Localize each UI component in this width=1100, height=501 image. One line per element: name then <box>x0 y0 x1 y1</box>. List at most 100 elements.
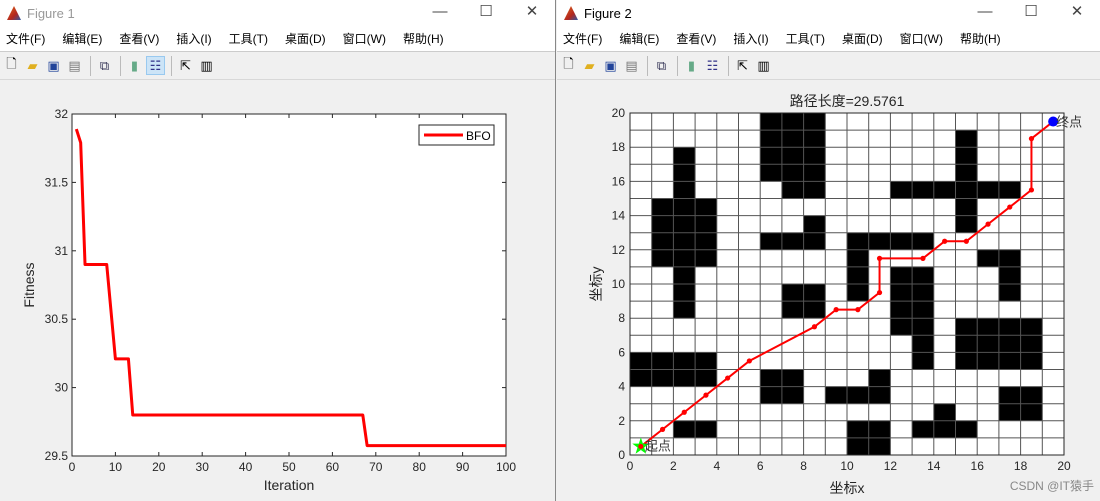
obstacle-cell <box>868 420 891 438</box>
obstacle-cell <box>673 266 696 284</box>
path-point <box>855 307 861 313</box>
y-tick-label: 4 <box>618 380 625 394</box>
obstacle-cell <box>847 284 869 302</box>
obstacle-cell <box>912 284 934 302</box>
obstacle-cell <box>651 198 674 216</box>
x-tick-label: 60 <box>326 460 340 474</box>
obstacle-cell <box>695 215 717 233</box>
x-tick-label: 20 <box>152 460 166 474</box>
obstacle-cell <box>955 130 978 148</box>
obstacle-cell <box>912 335 934 353</box>
x-tick-label: 40 <box>239 460 253 474</box>
obstacle-cell <box>1020 386 1043 404</box>
x-tick-label: 2 <box>670 459 677 473</box>
obstacle-cell <box>803 181 826 199</box>
obstacle-cell <box>955 335 978 353</box>
obstacle-cell <box>998 335 1021 353</box>
x-tick-label: 80 <box>413 460 427 474</box>
x-tick-label: 10 <box>840 459 854 473</box>
end-label: 终点 <box>1056 115 1082 130</box>
y-tick-label: 0 <box>618 448 625 462</box>
obstacle-cell <box>673 232 696 250</box>
y-tick-label: 14 <box>612 209 626 223</box>
obstacle-cell <box>651 369 674 387</box>
obstacle-cell <box>890 266 913 284</box>
start-label: 起点 <box>645 438 671 453</box>
obstacle-cell <box>998 249 1021 267</box>
obstacle-cell <box>673 215 696 233</box>
obstacle-cell <box>781 301 804 319</box>
path-point <box>833 307 839 313</box>
obstacle-cell <box>955 198 978 216</box>
x-tick-label: 100 <box>496 460 516 474</box>
obstacle-cell <box>760 232 782 250</box>
obstacle-cell <box>890 284 913 302</box>
obstacle-cell <box>695 232 717 250</box>
y-tick-label: 16 <box>612 174 626 188</box>
obstacle-cell <box>847 266 869 284</box>
obstacle-cell <box>673 198 696 216</box>
obstacle-cell <box>760 386 782 404</box>
obstacle-cell <box>998 181 1021 199</box>
x-tick-label: 0 <box>627 459 634 473</box>
x-tick-label: 8 <box>800 459 807 473</box>
x-tick-label: 6 <box>757 459 764 473</box>
obstacle-cell <box>1020 335 1043 353</box>
obstacle-cell <box>1020 352 1043 370</box>
obstacle-cell <box>630 352 652 370</box>
obstacle-cell <box>673 420 696 438</box>
obstacle-cell <box>977 352 999 370</box>
obstacle-cell <box>868 386 891 404</box>
x-tick-label: 14 <box>927 459 941 473</box>
obstacle-cell <box>955 147 978 165</box>
obstacle-cell <box>651 215 674 233</box>
obstacle-cell <box>977 318 999 336</box>
y-axis-label: Fitness <box>21 262 37 307</box>
y-tick-label: 30.5 <box>45 312 69 326</box>
obstacle-cell <box>760 130 782 148</box>
path-point <box>659 426 666 432</box>
obstacle-cell <box>673 147 696 165</box>
obstacle-cell <box>912 232 934 250</box>
y-tick-label: 18 <box>612 140 626 154</box>
obstacle-cell <box>803 113 826 131</box>
path-point <box>703 392 709 398</box>
plot-area <box>71 113 507 457</box>
y-tick-label: 31.5 <box>45 175 69 189</box>
watermark: CSDN @IT猿手 <box>1010 478 1094 493</box>
obstacle-cell <box>890 318 913 336</box>
obstacle-cell <box>781 130 804 148</box>
x-axis-label: 坐标x <box>830 480 865 496</box>
obstacle-cell <box>868 232 891 250</box>
obstacle-cell <box>695 249 717 267</box>
obstacle-cell <box>955 420 978 438</box>
obstacle-cell <box>695 198 717 216</box>
obstacle-cell <box>673 301 696 319</box>
obstacle-cell <box>933 420 956 438</box>
obstacle-cell <box>803 301 826 319</box>
path-point <box>985 221 991 227</box>
path-point <box>811 324 818 330</box>
path-point <box>1028 136 1035 142</box>
x-tick-label: 20 <box>1057 459 1071 473</box>
y-tick-label: 2 <box>618 414 625 428</box>
figures-canvas: 0 10 20 30 40 50 60 70 80 90 10029.53030.53131.532… <box>21 93 1094 496</box>
y-tick-label: 31 <box>55 244 69 258</box>
x-tick-label: 50 <box>282 460 296 474</box>
y-tick-label: 20 <box>612 106 626 120</box>
obstacle-cell <box>781 147 804 165</box>
obstacle-cell <box>912 420 934 438</box>
obstacle-cell <box>673 181 696 199</box>
obstacle-cell <box>912 266 934 284</box>
y-tick-label: 8 <box>618 311 625 325</box>
obstacle-cell <box>1020 403 1043 421</box>
obstacle-cell <box>760 369 782 387</box>
obstacle-cell <box>847 437 869 455</box>
path-point <box>725 375 731 381</box>
obstacle-cell <box>760 147 782 165</box>
obstacle-cell <box>955 318 978 336</box>
obstacle-cell <box>955 352 978 370</box>
path-point <box>1007 204 1013 210</box>
obstacle-cell <box>998 352 1021 370</box>
obstacle-cell <box>955 181 978 199</box>
